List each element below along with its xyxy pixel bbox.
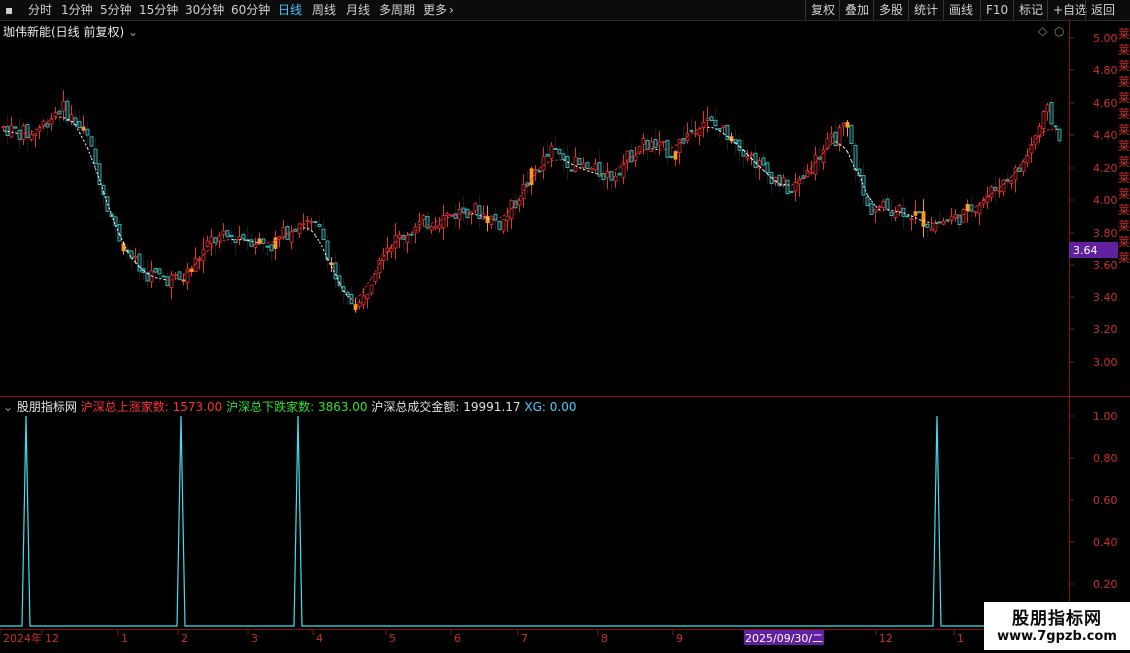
sub-y-tick-label: 0.40: [1093, 536, 1118, 549]
sub-y-tick-label: 0.60: [1093, 494, 1118, 507]
watermark-logo: 股朋指标网 www.7gpzb.com: [984, 602, 1130, 650]
side-info-text: 莱莱莱莱莱莱莱莱莱莱莱莱莱莱莱: [1118, 26, 1130, 266]
current-price-label: 3.64: [1073, 244, 1098, 257]
xg-value: 0.00: [550, 400, 577, 414]
period-60min[interactable]: 60分钟: [231, 0, 270, 20]
down-count-label: 沪深总下跌家数:: [226, 400, 314, 414]
stock-title-bar: 珈伟新能(日线 前复权) ⌄: [3, 23, 138, 40]
up-count-value: 1573.00: [173, 400, 223, 414]
y-tick-label: 3.80: [1093, 227, 1118, 240]
date-tick-label: 12: [45, 632, 59, 645]
indicator-chart[interactable]: 1.00 0.80 0.60 0.40 0.20: [0, 397, 1130, 629]
stats-button[interactable]: 统计: [908, 0, 943, 20]
down-count-value: 3863.00: [318, 400, 368, 414]
turnover-value: 19991.17: [463, 400, 520, 414]
period-weekly[interactable]: 周线: [312, 0, 336, 20]
y-tick-label: 3.20: [1093, 323, 1118, 336]
date-tick-label: 2024年: [3, 631, 42, 645]
logo-url: www.7gpzb.com: [984, 629, 1130, 644]
overlay-button[interactable]: 叠加: [839, 0, 874, 20]
y-tick-label: 4.60: [1093, 97, 1118, 110]
sub-y-tick-label: 1.00: [1093, 410, 1118, 423]
date-tick-label: 1: [121, 632, 128, 645]
y-tick-label: 4.80: [1093, 64, 1118, 77]
menu-icon[interactable]: ▪: [5, 0, 13, 20]
date-tick-label: 9: [676, 632, 683, 645]
date-tick-label: 7: [521, 632, 528, 645]
chevron-down-icon[interactable]: ⌄: [128, 25, 138, 39]
period-5min[interactable]: 5分钟: [100, 0, 132, 20]
date-tick-label: 4: [316, 632, 323, 645]
f10-button[interactable]: F10: [980, 0, 1013, 20]
y-tick-label: 4.00: [1093, 194, 1118, 207]
y-tick-label: 3.60: [1093, 259, 1118, 272]
date-tick-label: 2: [181, 632, 188, 645]
candle: [962, 208, 965, 222]
xg-label: XG:: [524, 400, 546, 414]
settings-icon[interactable]: ○: [1054, 24, 1064, 38]
indicator-title-bar: ⌄ 股朋指标网 沪深总上涨家数: 1573.00 沪深总下跌家数: 3863.0…: [3, 398, 576, 415]
multi-stock-button[interactable]: 多股: [873, 0, 908, 20]
date-tick-label: 12: [879, 632, 893, 645]
date-tick-label: 1: [957, 632, 964, 645]
candle: [638, 146, 641, 155]
date-tick-label: 8: [601, 632, 608, 645]
date-axis: 2024年121234567892025/09/30/二121: [0, 629, 1130, 650]
candle: [66, 97, 69, 125]
kline-chart[interactable]: 5.00 4.80 4.60 4.40 4.20 4.00 3.80 3.60 3.40 3.20…: [0, 21, 1130, 396]
y-tick-label: 4.40: [1093, 129, 1118, 142]
y-tick-label: 3.00: [1093, 356, 1118, 369]
period-multi[interactable]: 多周期: [379, 0, 415, 20]
period-fenshi[interactable]: 分时: [28, 0, 52, 20]
up-count-label: 沪深总上涨家数:: [81, 400, 169, 414]
indicator-panel[interactable]: 1.00 0.80 0.60 0.40 0.20 ⌄ 股朋指标网 沪深总上涨家数: 15…: [0, 397, 1130, 629]
back-button[interactable]: 返回: [1085, 0, 1120, 20]
stock-title: 珈伟新能(日线 前复权): [3, 25, 124, 39]
diamond-icon[interactable]: ◇: [1038, 24, 1048, 38]
y-tick-label: 3.40: [1093, 291, 1118, 304]
cursor-date-label: 2025/09/30/二: [745, 632, 823, 645]
fuquan-button[interactable]: 复权: [805, 0, 840, 20]
turnover-label: 沪深总成交金额:: [371, 400, 459, 414]
chevron-right-icon[interactable]: ›: [449, 0, 454, 20]
sub-y-tick-label: 0.80: [1093, 452, 1118, 465]
side-info-column: 莱莱莱莱莱莱莱莱莱莱莱莱莱莱莱: [1118, 26, 1130, 396]
period-30min[interactable]: 30分钟: [185, 0, 224, 20]
logo-title: 股朋指标网: [984, 604, 1130, 629]
kline-chart-panel[interactable]: 5.00 4.80 4.60 4.40 4.20 4.00 3.80 3.60 3.40 3.20…: [0, 21, 1130, 396]
y-tick-label: 4.20: [1093, 162, 1118, 175]
period-daily[interactable]: 日线: [278, 0, 302, 20]
date-tick-label: 3: [251, 632, 258, 645]
y-tick-label: 5.00: [1093, 32, 1118, 45]
period-15min[interactable]: 15分钟: [139, 0, 178, 20]
date-tick-label: 6: [454, 632, 461, 645]
period-1min[interactable]: 1分钟: [61, 0, 93, 20]
date-tick-label: 5: [389, 632, 396, 645]
chevron-down-icon[interactable]: ⌄: [3, 400, 13, 414]
period-more[interactable]: 更多: [423, 0, 447, 20]
period-monthly[interactable]: 月线: [346, 0, 370, 20]
indicator-name: 股朋指标网: [17, 400, 77, 414]
period-toolbar: ▪ 分时 1分钟 5分钟 15分钟 30分钟 60分钟 日线 周线 月线 多周期…: [0, 0, 1130, 21]
draw-line-button[interactable]: 画线: [943, 0, 978, 20]
mark-button[interactable]: 标记: [1013, 0, 1048, 20]
sub-y-tick-label: 0.20: [1093, 578, 1118, 591]
